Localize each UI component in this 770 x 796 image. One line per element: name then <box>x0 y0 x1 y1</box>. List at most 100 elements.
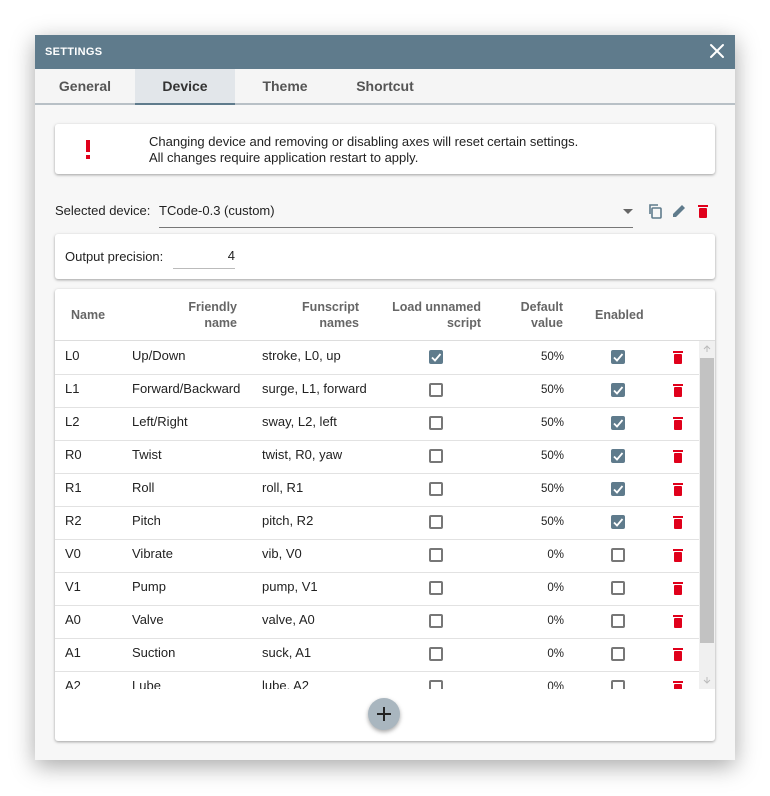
axis-friendly-name[interactable]: Pump <box>132 579 166 594</box>
trash-icon[interactable] <box>672 614 684 628</box>
output-precision-input[interactable] <box>173 242 235 269</box>
scrollbar-thumb[interactable] <box>700 358 714 643</box>
load-unnamed-checkbox[interactable] <box>429 350 443 364</box>
load-unnamed-checkbox[interactable] <box>429 680 443 689</box>
load-unnamed-checkbox[interactable] <box>429 449 443 463</box>
axis-name: R0 <box>65 447 82 462</box>
trash-icon[interactable] <box>672 416 684 430</box>
axis-funscript-names[interactable]: sway, L2, left <box>262 414 337 429</box>
device-select[interactable]: TCode-0.3 (custom) <box>159 195 633 228</box>
table-row: V1 Pump pump, V1 0% <box>55 572 699 606</box>
axis-default-value[interactable]: 50% <box>504 516 564 528</box>
close-icon[interactable] <box>708 42 726 60</box>
tab-shortcut[interactable]: Shortcut <box>335 69 435 103</box>
axis-funscript-names[interactable]: twist, R0, yaw <box>262 447 342 462</box>
load-unnamed-checkbox[interactable] <box>429 647 443 661</box>
axis-funscript-names[interactable]: suck, A1 <box>262 645 311 660</box>
tab-theme[interactable]: Theme <box>235 69 335 103</box>
tab-device[interactable]: Device <box>135 69 235 105</box>
trash-icon[interactable] <box>672 449 684 463</box>
axis-default-value[interactable]: 0% <box>504 615 564 627</box>
table-body: L0 Up/Down stroke, L0, up 50% L1 Forward/Back… <box>55 341 699 689</box>
axis-funscript-names[interactable]: pitch, R2 <box>262 513 313 528</box>
axis-default-value[interactable]: 0% <box>504 648 564 660</box>
tab-bar: General Device Theme Shortcut <box>35 69 735 105</box>
axis-default-value[interactable]: 0% <box>504 549 564 561</box>
trash-icon[interactable] <box>672 647 684 661</box>
load-unnamed-checkbox[interactable] <box>429 482 443 496</box>
axis-friendly-name[interactable]: Forward/Backward <box>132 381 240 396</box>
enabled-checkbox[interactable] <box>611 350 625 364</box>
trash-icon[interactable] <box>672 350 684 364</box>
axis-friendly-name[interactable]: Roll <box>132 480 154 495</box>
scroll-up-icon[interactable] <box>703 345 711 353</box>
header-load-line1: Load unnamed <box>392 300 481 314</box>
pencil-icon[interactable] <box>671 203 687 219</box>
axis-friendly-name[interactable]: Twist <box>132 447 162 462</box>
axis-name: L0 <box>65 348 80 363</box>
trash-icon[interactable] <box>672 680 684 689</box>
enabled-checkbox[interactable] <box>611 548 625 562</box>
axis-funscript-names[interactable]: vib, V0 <box>262 546 302 561</box>
selected-device-label: Selected device: <box>55 203 151 218</box>
enabled-checkbox[interactable] <box>611 416 625 430</box>
axis-friendly-name[interactable]: Vibrate <box>132 546 173 561</box>
header-load-line2: script <box>446 316 481 330</box>
axis-friendly-name[interactable]: Suction <box>132 645 175 660</box>
scroll-down-icon[interactable] <box>703 676 711 684</box>
add-axis-button[interactable] <box>368 698 400 730</box>
tab-general[interactable]: General <box>35 69 135 103</box>
warning-line-2: All changes require application restart … <box>149 150 419 165</box>
load-unnamed-checkbox[interactable] <box>429 548 443 562</box>
axis-funscript-names[interactable]: valve, A0 <box>262 612 315 627</box>
trash-icon[interactable] <box>672 581 684 595</box>
enabled-checkbox[interactable] <box>611 449 625 463</box>
axis-funscript-names[interactable]: surge, L1, forward <box>262 381 367 396</box>
enabled-checkbox[interactable] <box>611 383 625 397</box>
axis-default-value[interactable]: 50% <box>504 417 564 429</box>
axis-funscript-names[interactable]: lube, A2 <box>262 678 309 689</box>
axis-default-value[interactable]: 50% <box>504 450 564 462</box>
enabled-checkbox[interactable] <box>611 680 625 689</box>
load-unnamed-checkbox[interactable] <box>429 416 443 430</box>
axis-friendly-name[interactable]: Valve <box>132 612 164 627</box>
enabled-checkbox[interactable] <box>611 581 625 595</box>
axis-funscript-names[interactable]: stroke, L0, up <box>262 348 341 363</box>
axis-default-value[interactable]: 0% <box>504 582 564 594</box>
load-unnamed-checkbox[interactable] <box>429 614 443 628</box>
axis-funscript-names[interactable]: pump, V1 <box>262 579 318 594</box>
axis-name: V0 <box>65 546 81 561</box>
enabled-checkbox[interactable] <box>611 482 625 496</box>
load-unnamed-checkbox[interactable] <box>429 581 443 595</box>
header-friendly-line1: Friendly <box>188 300 237 314</box>
enabled-checkbox[interactable] <box>611 614 625 628</box>
enabled-checkbox[interactable] <box>611 515 625 529</box>
axis-funscript-names[interactable]: roll, R1 <box>262 480 303 495</box>
load-unnamed-checkbox[interactable] <box>429 383 443 397</box>
enabled-checkbox[interactable] <box>611 647 625 661</box>
trash-icon[interactable] <box>672 383 684 397</box>
copy-icon[interactable] <box>647 203 663 219</box>
axis-friendly-name[interactable]: Up/Down <box>132 348 185 363</box>
axis-default-value[interactable]: 50% <box>504 384 564 396</box>
trash-icon[interactable] <box>672 482 684 496</box>
dialog-title: SETTINGS <box>45 46 103 58</box>
load-unnamed-checkbox[interactable] <box>429 515 443 529</box>
header-name: Name <box>71 308 106 322</box>
exclamation-icon <box>86 140 90 159</box>
axis-friendly-name[interactable]: Pitch <box>132 513 161 528</box>
axis-friendly-name[interactable]: Lube <box>132 678 161 689</box>
table-scrollbar[interactable] <box>699 341 715 689</box>
trash-icon[interactable] <box>672 515 684 529</box>
table-row: A2 Lube lube, A2 0% <box>55 671 699 689</box>
header-default-line2: value <box>531 316 563 330</box>
table-row: R1 Roll roll, R1 50% <box>55 473 699 507</box>
header-default-value: Default value <box>503 299 563 331</box>
trash-icon[interactable] <box>672 548 684 562</box>
axis-friendly-name[interactable]: Left/Right <box>132 414 188 429</box>
table-row: R0 Twist twist, R0, yaw 50% <box>55 440 699 474</box>
trash-icon[interactable] <box>695 203 711 219</box>
axis-default-value[interactable]: 0% <box>504 681 564 689</box>
axis-default-value[interactable]: 50% <box>504 351 564 363</box>
axis-default-value[interactable]: 50% <box>504 483 564 495</box>
